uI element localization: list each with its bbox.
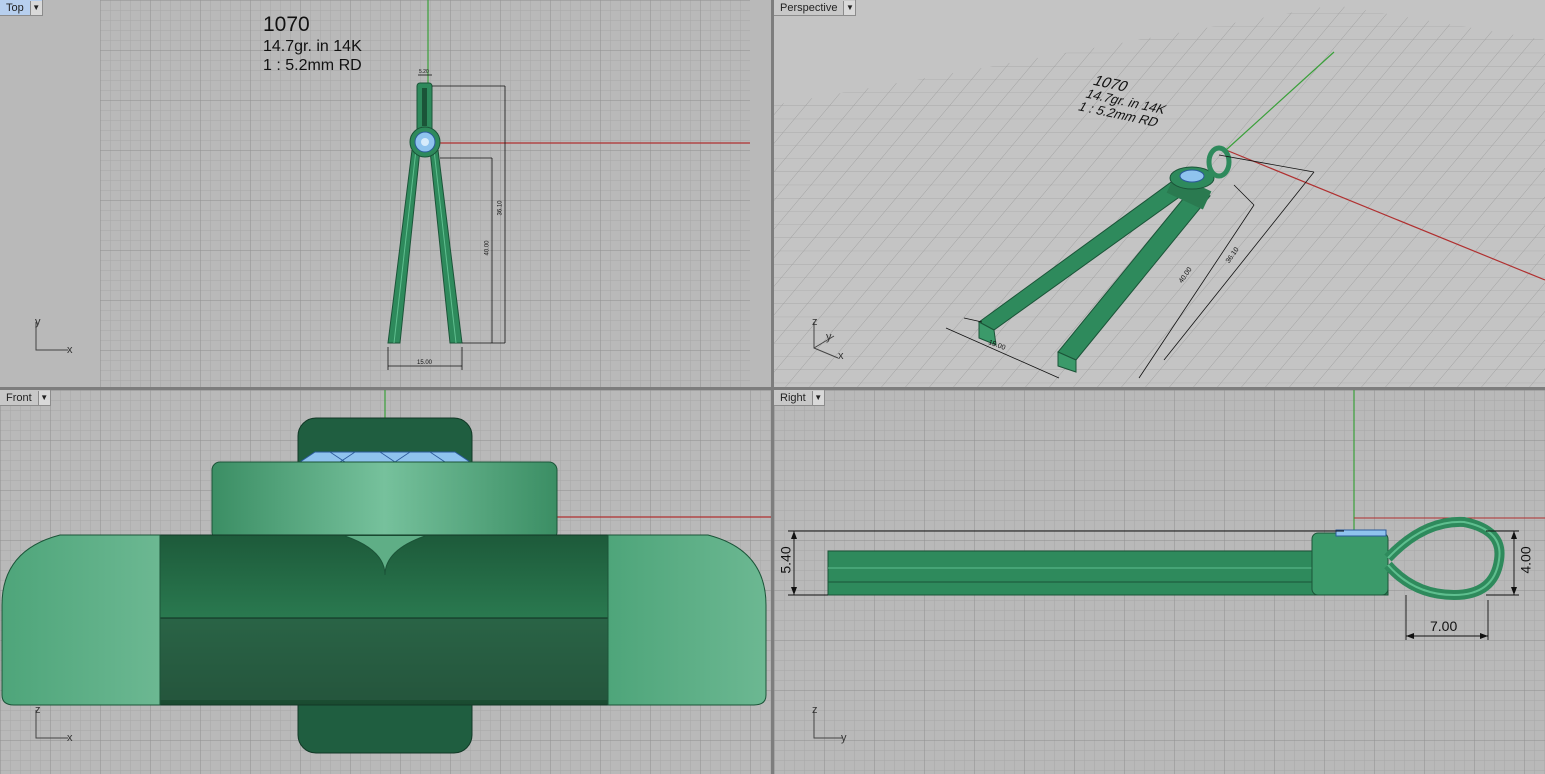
viewport-front-scene[interactable] — [0, 390, 771, 774]
axis-label-x: x — [838, 350, 844, 362]
gem-stone — [1179, 169, 1205, 183]
viewport-perspective-scene[interactable] — [774, 0, 1545, 387]
viewport-top[interactable]: Top ▼ 1070 14.7gr. in 14K 1 : 5.2mm RD 3… — [0, 0, 771, 387]
axis-label-z: z — [812, 316, 818, 328]
setting-hub — [211, 461, 558, 541]
axis-label-y: y — [35, 316, 41, 328]
viewport-front[interactable]: Front ▼ z x — [0, 390, 771, 774]
viewport-title: Front — [6, 391, 32, 404]
viewport-title: Perspective — [780, 1, 838, 14]
left-cap — [1, 534, 161, 706]
viewport-title: Right — [780, 391, 806, 404]
viewport-top-scene[interactable] — [0, 0, 771, 387]
viewport-right[interactable]: Right ▼ 5.40 4.00 7.00 z y — [774, 390, 1545, 774]
viewport-right-scene[interactable] — [774, 390, 1545, 774]
axis-label-y: y — [841, 732, 847, 744]
dim-label-loop-height: 4.00 — [1517, 546, 1534, 574]
axis-label-z: z — [35, 704, 41, 716]
right-cap — [607, 534, 767, 706]
side-bar — [827, 550, 1389, 596]
axis-label-z: z — [812, 704, 818, 716]
chevron-down-icon[interactable]: ▼ — [29, 0, 42, 15]
annotation-title: 1070 — [263, 13, 310, 36]
chevron-down-icon[interactable]: ▼ — [843, 0, 856, 15]
dim-label-height: 5.40 — [777, 546, 794, 574]
viewport-tab-right[interactable]: Right ▼ — [774, 390, 825, 406]
axis-label-y: y — [826, 331, 832, 343]
dim-label-width: 15.00 — [417, 360, 433, 366]
viewport-tab-front[interactable]: Front ▼ — [0, 390, 51, 406]
chevron-down-icon[interactable]: ▼ — [811, 390, 824, 405]
setting-hub — [1311, 532, 1389, 596]
axis-label-x: x — [67, 344, 73, 356]
viewport-title: Top — [6, 1, 24, 14]
axis-label-x: x — [67, 732, 73, 744]
viewport-tab-top[interactable]: Top ▼ — [0, 0, 43, 16]
dim-label-overall: 36.10 — [497, 200, 504, 216]
dim-label-loop-width: 7.00 — [1430, 618, 1458, 634]
chevron-down-icon[interactable]: ▼ — [37, 390, 50, 405]
annotation-weight: 14.7gr. in 14K — [263, 38, 362, 55]
annotation-stone: 1 : 5.2mm RD — [263, 57, 362, 74]
gem-stones — [298, 451, 472, 463]
annotation-block: 1070 14.7gr. in 14K 1 : 5.2mm RD — [263, 13, 362, 75]
dim-label-top: 5.20 — [419, 69, 429, 75]
dim-label-inner: 40.00 — [484, 240, 491, 256]
viewport-perspective[interactable]: Perspective ▼ 1070 14.7gr. in 14K 1 : 5.… — [774, 0, 1545, 387]
viewport-tab-perspective[interactable]: Perspective ▼ — [774, 0, 857, 16]
